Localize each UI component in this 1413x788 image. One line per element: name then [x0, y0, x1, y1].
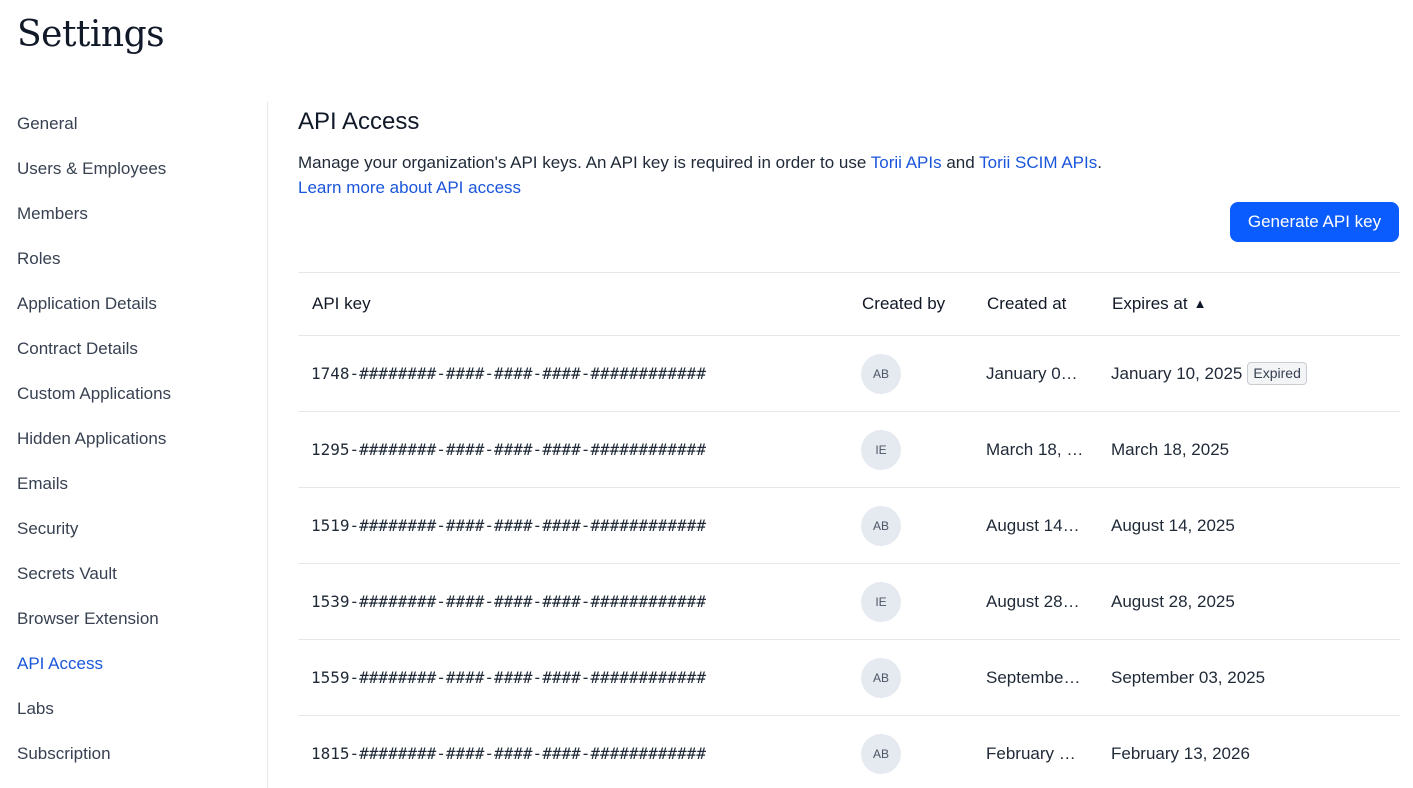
sidebar-item-api-access[interactable]: API Access	[17, 651, 103, 677]
header-created-by[interactable]: Created by	[862, 273, 945, 335]
table-row[interactable]: 1539-########-####-####-####-###########…	[298, 564, 1400, 640]
sidebar-item-subscription[interactable]: Subscription	[17, 741, 111, 767]
learn-more-link[interactable]: Learn more about API access	[298, 178, 521, 198]
description-text: .	[1097, 153, 1102, 172]
table-row[interactable]: 1519-########-####-####-####-###########…	[298, 488, 1400, 564]
generate-api-key-button[interactable]: Generate API key	[1230, 202, 1399, 242]
table-header: API key Created by Created at Expires at…	[298, 272, 1400, 336]
sidebar-item-roles[interactable]: Roles	[17, 246, 60, 272]
header-api-key[interactable]: API key	[312, 273, 371, 335]
sidebar-item-members[interactable]: Members	[17, 201, 88, 227]
sidebar-item-custom-applications[interactable]: Custom Applications	[17, 381, 171, 407]
api-key-cell: 1559-########-####-####-####-###########…	[311, 668, 706, 687]
sidebar-item-secrets-vault[interactable]: Secrets Vault	[17, 561, 117, 587]
expires-at-cell: January 10, 2025 Expired	[1111, 336, 1391, 411]
api-access-panel: API Access Manage your organization's AP…	[298, 102, 1400, 788]
section-title: API Access	[298, 108, 420, 135]
avatar: AB	[861, 658, 901, 698]
table-row[interactable]: 1295-########-####-####-####-###########…	[298, 412, 1400, 488]
created-at-cell: March 18, 2025	[986, 440, 1084, 459]
section-description: Manage your organization's API keys. An …	[298, 153, 1102, 173]
torii-scim-apis-link[interactable]: Torii SCIM APIs	[979, 153, 1097, 172]
expires-at-cell: February 13, 2026	[1111, 716, 1391, 788]
api-key-cell: 1295-########-####-####-####-###########…	[311, 440, 706, 459]
expires-at-value: September 03, 2025	[1111, 668, 1266, 687]
api-key-cell: 1748-########-####-####-####-###########…	[311, 364, 706, 383]
avatar: AB	[861, 354, 901, 394]
sidebar-item-emails[interactable]: Emails	[17, 471, 68, 497]
expires-at-cell: August 28, 2025	[1111, 564, 1391, 639]
expires-at-cell: March 18, 2025	[1111, 412, 1391, 487]
table-body: 1748-########-####-####-####-###########…	[298, 336, 1400, 788]
sidebar-item-application-details[interactable]: Application Details	[17, 291, 157, 317]
avatar: AB	[861, 734, 901, 774]
expires-at-value: March 18, 2025	[1111, 440, 1230, 459]
torii-apis-link[interactable]: Torii APIs	[871, 153, 942, 172]
created-by-cell: IE	[861, 412, 921, 487]
avatar: IE	[861, 430, 901, 470]
created-at-cell: January 09, 2025	[986, 364, 1084, 383]
created-at-cell: August 28, 2025	[986, 592, 1084, 611]
avatar: IE	[861, 582, 901, 622]
created-at-cell: February 13, 2026	[986, 744, 1084, 763]
api-keys-table: API key Created by Created at Expires at…	[298, 272, 1400, 788]
sidebar-item-security[interactable]: Security	[17, 516, 78, 542]
header-expires-at-label: Expires at	[1112, 294, 1188, 313]
created-by-cell: AB	[861, 716, 921, 788]
created-by-cell: AB	[861, 336, 921, 411]
created-at-cell: August 14, 2025	[986, 516, 1084, 535]
expires-at-value: August 28, 2025	[1111, 592, 1235, 611]
created-by-cell: AB	[861, 640, 921, 715]
sidebar-item-browser-extension[interactable]: Browser Extension	[17, 606, 159, 632]
created-by-cell: AB	[861, 488, 921, 563]
expires-at-cell: September 03, 2025	[1111, 640, 1391, 715]
expires-at-value: February 13, 2026	[1111, 744, 1250, 763]
table-row[interactable]: 1559-########-####-####-####-###########…	[298, 640, 1400, 716]
avatar: AB	[861, 506, 901, 546]
created-by-cell: IE	[861, 564, 921, 639]
sidebar-item-general[interactable]: General	[17, 111, 77, 137]
api-key-cell: 1815-########-####-####-####-###########…	[311, 744, 706, 763]
expires-at-value: January 10, 2025	[1111, 364, 1243, 383]
sidebar-item-users-and-employees[interactable]: Users & Employees	[17, 156, 166, 182]
sidebar-item-labs[interactable]: Labs	[17, 696, 54, 722]
header-created-at[interactable]: Created at	[987, 273, 1066, 335]
created-at-cell: September 03, 2025	[986, 668, 1084, 687]
sidebar-item-contract-details[interactable]: Contract Details	[17, 336, 138, 362]
description-text: and	[941, 153, 980, 172]
api-key-cell: 1519-########-####-####-####-###########…	[311, 516, 706, 535]
expires-at-value: August 14, 2025	[1111, 516, 1235, 535]
sort-ascending-icon: ▲	[1193, 296, 1207, 311]
page-title: Settings	[17, 14, 165, 55]
description-text: Manage your organization's API keys. An …	[298, 153, 871, 172]
settings-sidebar: General Users & Employees Members Roles Appl…	[0, 102, 268, 788]
header-expires-at[interactable]: Expires at ▲	[1112, 273, 1206, 335]
table-row[interactable]: 1815-########-####-####-####-###########…	[298, 716, 1400, 788]
sidebar-item-hidden-applications[interactable]: Hidden Applications	[17, 426, 166, 452]
status-badge: Expired	[1247, 362, 1307, 385]
expires-at-cell: August 14, 2025	[1111, 488, 1391, 563]
api-key-cell: 1539-########-####-####-####-###########…	[311, 592, 706, 611]
table-row[interactable]: 1748-########-####-####-####-###########…	[298, 336, 1400, 412]
